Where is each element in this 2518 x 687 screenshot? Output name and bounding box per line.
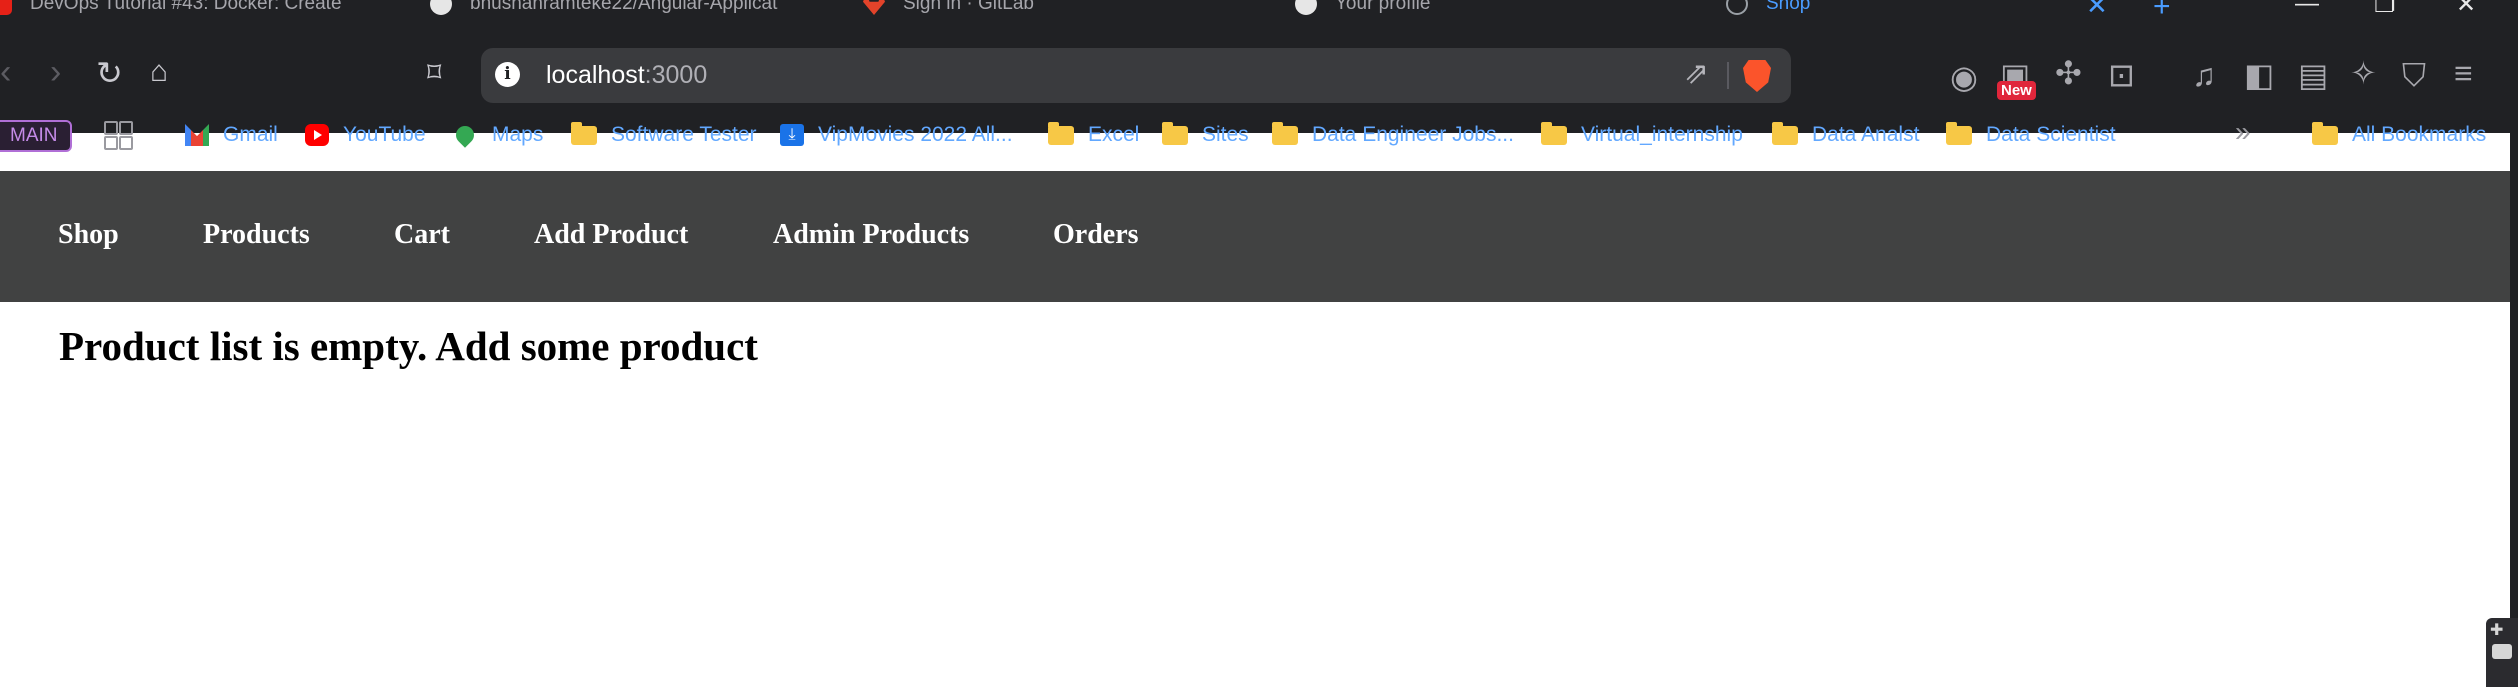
- reload-icon[interactable]: ↻: [96, 57, 123, 89]
- back-icon[interactable]: ‹: [0, 55, 11, 89]
- menu-icon[interactable]: ≡: [2454, 57, 2473, 89]
- divider: [1727, 62, 1729, 89]
- sidebar-icon[interactable]: ◧: [2244, 59, 2274, 91]
- bookmark-virtual-internship[interactable]: Virtual_internship: [1541, 120, 1743, 150]
- bookmark-label: Gmail: [223, 123, 278, 146]
- camera-icon: [2492, 644, 2512, 659]
- tab-title: DevOps Tutorial #43: Docker: Create: [30, 0, 342, 14]
- nav-add-product-link[interactable]: Add Product: [534, 219, 688, 251]
- tab-title: Your profile: [1335, 0, 1431, 14]
- tab-gitlab-signin[interactable]: Sign in · GitLab: [863, 0, 1243, 16]
- browser-toolbar: ‹ › ↻ ⌂ ⌑ i localhost:3000 ⇗ ◉ ▣ New ✣ ⊡…: [0, 17, 2518, 133]
- globe-icon: [1726, 0, 1748, 15]
- site-navbar: Shop Products Cart Add Product Admin Pro…: [0, 171, 2510, 302]
- bookmark-excel[interactable]: Excel: [1048, 120, 1139, 150]
- nav-cart-link[interactable]: Cart: [394, 219, 450, 251]
- leo-ai-icon[interactable]: ✧: [2350, 57, 2377, 89]
- bookmark-label: Software Tester: [611, 123, 757, 146]
- info-icon[interactable]: i: [495, 62, 520, 87]
- bookmark-icon[interactable]: ⌑: [427, 59, 441, 87]
- folder-icon: [571, 121, 597, 145]
- bookmark-label: Sites: [1202, 123, 1249, 146]
- youtube-icon: [0, 0, 12, 15]
- tab-title: bhushanramteke22/Angular-Applicat: [470, 0, 778, 14]
- tab-title: Sign in · GitLab: [903, 0, 1034, 14]
- search-tab-icon[interactable]: ⊡: [2108, 59, 2135, 91]
- maps-icon: [452, 122, 478, 148]
- tab-devops-tutorial[interactable]: DevOps Tutorial #43: Docker: Create: [0, 0, 380, 16]
- folder-icon: [1048, 121, 1074, 145]
- address-bar[interactable]: i localhost:3000 ⇗: [481, 48, 1791, 103]
- folder-icon: [1772, 121, 1798, 145]
- bookmark-label: Data Engineer Jobs...: [1312, 123, 1514, 146]
- empty-product-message: Product list is empty. Add some product: [59, 323, 758, 369]
- bookmark-label: All Bookmarks: [2352, 123, 2487, 146]
- nav-admin-products-link[interactable]: Admin Products: [773, 219, 969, 251]
- vpn-shield-icon[interactable]: ⛉: [2402, 59, 2426, 91]
- folder-icon: [1272, 121, 1298, 145]
- share-icon[interactable]: ⇗: [1684, 56, 1709, 91]
- music-icon[interactable]: ♫: [2192, 59, 2216, 91]
- forward-icon[interactable]: ›: [50, 55, 61, 89]
- gmail-icon: [185, 124, 209, 146]
- folder-icon: [1946, 121, 1972, 145]
- folder-icon: [1162, 121, 1188, 145]
- more-bookmarks-icon[interactable]: »: [2235, 116, 2251, 148]
- screenshot-widget[interactable]: ✚: [2486, 618, 2518, 687]
- bookmark-gmail[interactable]: Gmail: [185, 120, 278, 150]
- bookmark-label: Data Analst: [1812, 123, 1920, 146]
- nav-shop-link[interactable]: Shop: [58, 219, 119, 251]
- bookmark-vipmovies[interactable]: ⤓ VipMovies 2022 All...: [780, 120, 1013, 150]
- new-tab-button[interactable]: +: [2153, 0, 2171, 17]
- home-icon[interactable]: ⌂: [150, 57, 168, 87]
- bookmark-label: YouTube: [343, 123, 426, 146]
- bookmark-data-scientist[interactable]: Data Scientist: [1946, 120, 2116, 150]
- tab-title: Shop: [1766, 0, 1811, 14]
- url-text[interactable]: localhost:3000: [546, 61, 707, 90]
- bookmark-data-engineer-jobs[interactable]: Data Engineer Jobs...: [1272, 120, 1514, 150]
- bookmark-label: VipMovies 2022 All...: [818, 123, 1013, 146]
- close-window-button[interactable]: ✕: [2456, 0, 2476, 17]
- bookmark-youtube[interactable]: YouTube: [305, 120, 426, 150]
- maximize-button[interactable]: ❐: [2374, 0, 2396, 17]
- incognito-icon[interactable]: ◉: [1950, 61, 1978, 93]
- bookmark-label: Data Scientist: [1986, 123, 2116, 146]
- brave-shield-icon[interactable]: [1743, 60, 1771, 92]
- bookmark-data-analst[interactable]: Data Analst: [1772, 120, 1919, 150]
- puzzle-icon[interactable]: ✣: [2055, 57, 2082, 89]
- close-tab-icon[interactable]: ✕: [2086, 0, 2108, 17]
- tab-your-profile[interactable]: Your profile: [1295, 0, 1675, 16]
- nav-orders-link[interactable]: Orders: [1053, 219, 1139, 251]
- apps-grid-icon[interactable]: [104, 121, 133, 150]
- download-icon: ⤓: [780, 124, 804, 146]
- folder-icon: [1541, 121, 1567, 145]
- minimize-button[interactable]: —: [2295, 0, 2319, 17]
- nav-products-link[interactable]: Products: [203, 219, 310, 251]
- profile-badge[interactable]: MAIN: [0, 120, 72, 152]
- tab-github-repo[interactable]: bhushanramteke22/Angular-Applicat: [430, 0, 830, 16]
- bookmark-label: Excel: [1088, 123, 1140, 146]
- tab-shop[interactable]: Shop: [1726, 0, 2056, 16]
- youtube-icon: [305, 124, 329, 146]
- new-badge: New: [1997, 81, 2036, 100]
- bookmark-maps[interactable]: Maps: [452, 120, 543, 150]
- github-icon: [430, 0, 452, 15]
- gitlab-icon: [863, 0, 885, 15]
- tab-strip: DevOps Tutorial #43: Docker: Create bhus…: [0, 0, 2518, 17]
- github-icon: [1295, 0, 1317, 15]
- plus-icon: ✚: [2490, 622, 2504, 639]
- wallet-icon[interactable]: ▤: [2298, 59, 2328, 91]
- bookmark-sites[interactable]: Sites: [1162, 120, 1249, 150]
- folder-icon: [2312, 121, 2338, 145]
- window-edge: [2510, 0, 2518, 687]
- bookmark-label: Maps: [492, 123, 544, 146]
- all-bookmarks-button[interactable]: All Bookmarks: [2312, 120, 2486, 150]
- bookmark-software-tester[interactable]: Software Tester: [571, 120, 757, 150]
- bookmark-label: Virtual_internship: [1581, 123, 1743, 146]
